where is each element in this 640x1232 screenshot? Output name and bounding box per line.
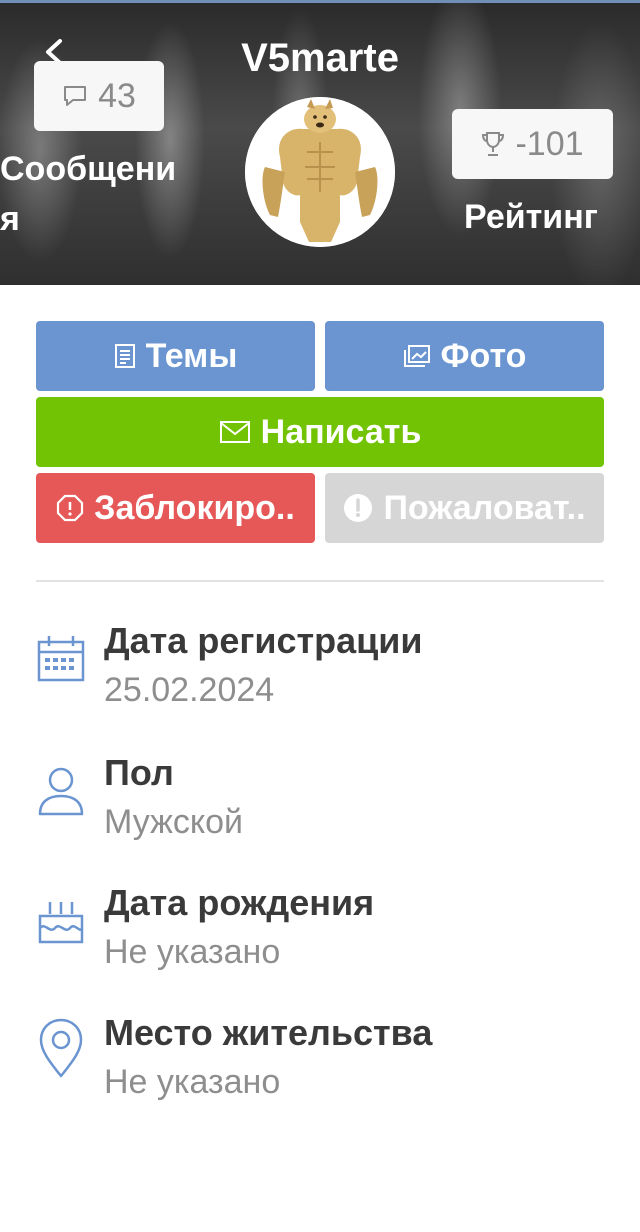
trophy-icon xyxy=(482,132,505,156)
info-value: Мужской xyxy=(104,803,243,841)
info-label: Место жительства xyxy=(104,1012,433,1053)
header-accent-line xyxy=(0,0,640,3)
octagon-alert-icon xyxy=(57,494,84,522)
report-user-button[interactable]: Пожаловат.. xyxy=(325,473,604,543)
info-birthday: Дата рождения Не указано xyxy=(36,878,604,988)
envelope-icon xyxy=(219,421,250,443)
info-location: Место жительства Не указано xyxy=(36,1008,604,1118)
block-user-button[interactable]: Заблокиро.. xyxy=(36,473,315,543)
write-message-button[interactable]: Написать xyxy=(36,397,604,467)
report-button-label: Пожаловат.. xyxy=(383,488,586,527)
info-label: Пол xyxy=(104,752,174,793)
info-gender: Пол Мужской xyxy=(36,748,604,858)
info-value: Не указано xyxy=(104,1063,281,1101)
topics-button-label: Темы xyxy=(145,336,238,375)
photo-button[interactable]: Фото xyxy=(325,321,604,391)
exclamation-circle-icon xyxy=(344,494,373,522)
calendar-icon xyxy=(37,636,85,682)
info-value: Не указано xyxy=(104,933,281,971)
rating-badge[interactable]: -101 xyxy=(452,109,613,179)
cake-icon xyxy=(38,902,84,944)
rating-value: -101 xyxy=(515,124,584,163)
map-pin-icon xyxy=(39,1018,83,1078)
write-button-label: Написать xyxy=(260,412,422,451)
photo-button-label: Фото xyxy=(440,336,527,375)
block-button-label: Заблокиро.. xyxy=(94,488,295,527)
topics-button[interactable]: Темы xyxy=(36,321,315,391)
messages-label: Сообщения xyxy=(0,150,177,238)
profile-header: V5marte 43 Сообщения -101 Рейтинг xyxy=(0,0,640,285)
info-registration-date: Дата регистрации 25.02.2024 xyxy=(36,616,604,726)
info-value: 25.02.2024 xyxy=(104,671,275,709)
speech-bubble-icon xyxy=(64,86,87,106)
document-icon xyxy=(114,344,135,368)
info-label: Дата регистрации xyxy=(104,620,423,661)
section-divider xyxy=(36,580,604,582)
profile-username: V5marte xyxy=(241,36,399,80)
messages-count-badge[interactable]: 43 xyxy=(34,61,164,131)
image-icon xyxy=(403,345,430,367)
person-icon xyxy=(38,767,84,816)
rating-label: Рейтинг xyxy=(464,198,598,236)
messages-count: 43 xyxy=(98,76,136,115)
info-label: Дата рождения xyxy=(104,882,375,923)
avatar[interactable] xyxy=(245,97,395,247)
avatar-image xyxy=(245,97,395,247)
